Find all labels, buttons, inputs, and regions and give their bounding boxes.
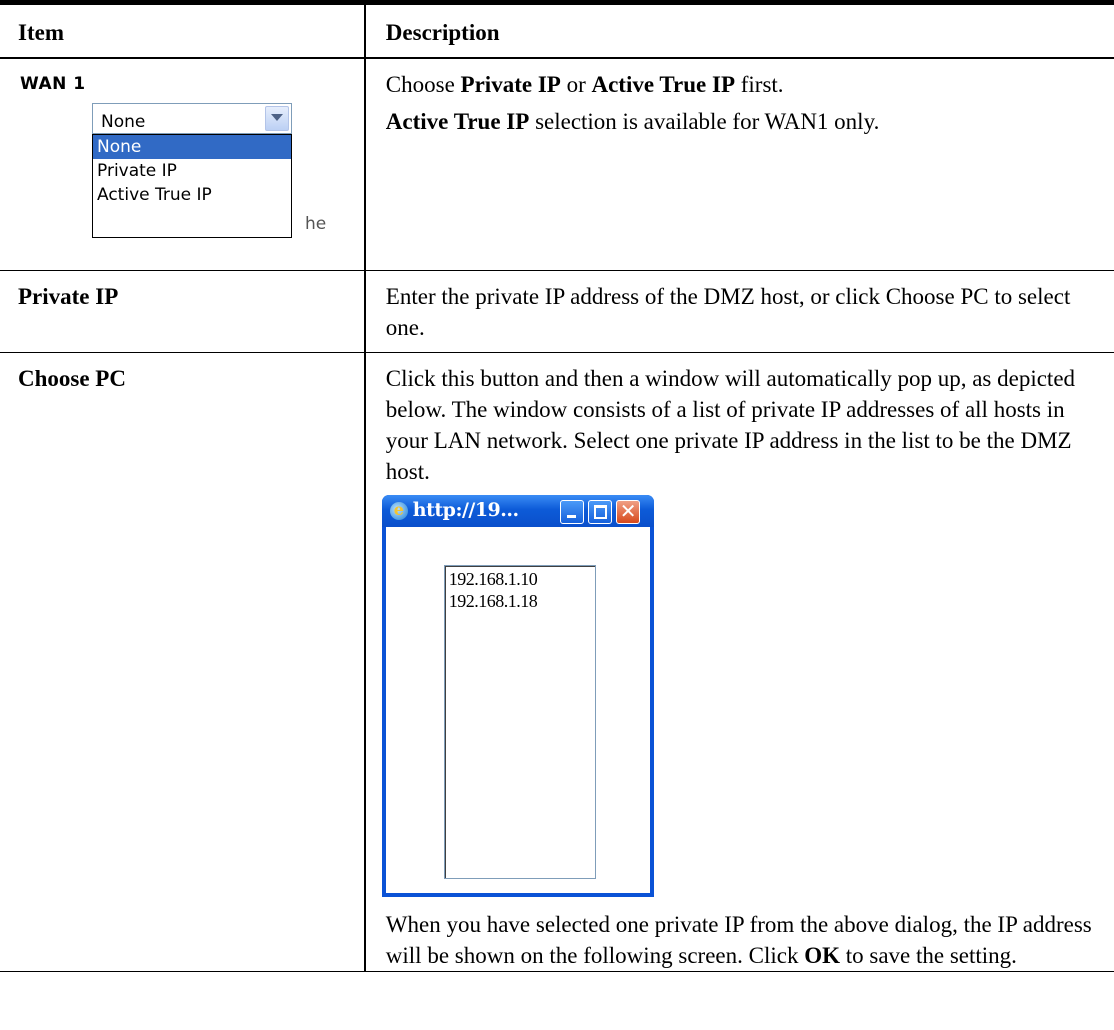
wan1-ghost-text: he xyxy=(305,214,327,234)
wan1-option-active-true-ip[interactable]: Active True IP xyxy=(93,183,291,207)
header-item: Item xyxy=(0,0,365,59)
wan1-option-none[interactable]: None xyxy=(93,135,291,159)
ip-address-listbox[interactable]: 192.168.1.10 192.168.1.18 xyxy=(443,564,596,879)
maximize-icon[interactable] xyxy=(587,499,612,524)
private-ip-description: Enter the private IP address of the DMZ … xyxy=(363,270,1114,353)
list-item[interactable]: 192.168.1.18 xyxy=(445,590,595,612)
choose-pc-label: Choose PC xyxy=(18,365,126,391)
private-ip-cell: Private IP xyxy=(0,270,365,353)
window-titlebar[interactable]: e http://19... ✕ xyxy=(381,494,654,527)
wan1-widget: WAN 1 None None Private IP Active True I… xyxy=(18,69,364,264)
pc-chooser-window: e http://19... ✕ 192.168.1.10 192.168.1.… xyxy=(381,494,654,897)
browser-icon: e xyxy=(389,500,408,520)
minimize-icon[interactable] xyxy=(559,499,584,524)
choose-pc-cell: Choose PC xyxy=(0,352,365,972)
wan1-options-list[interactable]: None Private IP Active True IP xyxy=(92,134,292,238)
wan1-option-private-ip[interactable]: Private IP xyxy=(93,159,291,183)
window-title: http://19... xyxy=(412,498,519,521)
wan1-title: WAN 1 xyxy=(20,74,86,94)
window-client-area: 192.168.1.10 192.168.1.18 xyxy=(385,526,650,893)
wan1-description: Choose Private IP or Active True IP firs… xyxy=(363,58,1114,271)
chevron-down-icon[interactable] xyxy=(265,106,289,131)
header-description: Description xyxy=(363,0,1114,59)
table-row-wan1: WAN 1 None None Private IP Active True I… xyxy=(0,58,1114,271)
close-icon[interactable]: ✕ xyxy=(615,499,640,524)
table-header: Item Description xyxy=(0,0,1114,59)
wan1-select[interactable]: None xyxy=(92,103,292,134)
wan1-desc-line2: Active True IP selection is available fo… xyxy=(385,109,880,134)
choose-pc-after-text: When you have selected one private IP fr… xyxy=(385,911,1092,968)
table-row-private-ip: Private IP Enter the private IP address … xyxy=(0,270,1114,353)
choose-pc-description: Click this button and then a window will… xyxy=(363,352,1114,972)
table-row-choose-pc: Choose PC Click this button and then a w… xyxy=(0,352,1114,972)
wan1-cell: WAN 1 None None Private IP Active True I… xyxy=(0,58,365,271)
private-ip-label: Private IP xyxy=(18,283,119,309)
description-table: Item Description WAN 1 None None Private… xyxy=(0,0,1114,972)
wan1-desc-line1: Choose Private IP or Active True IP firs… xyxy=(385,72,784,97)
list-item[interactable]: 192.168.1.10 xyxy=(445,566,595,590)
